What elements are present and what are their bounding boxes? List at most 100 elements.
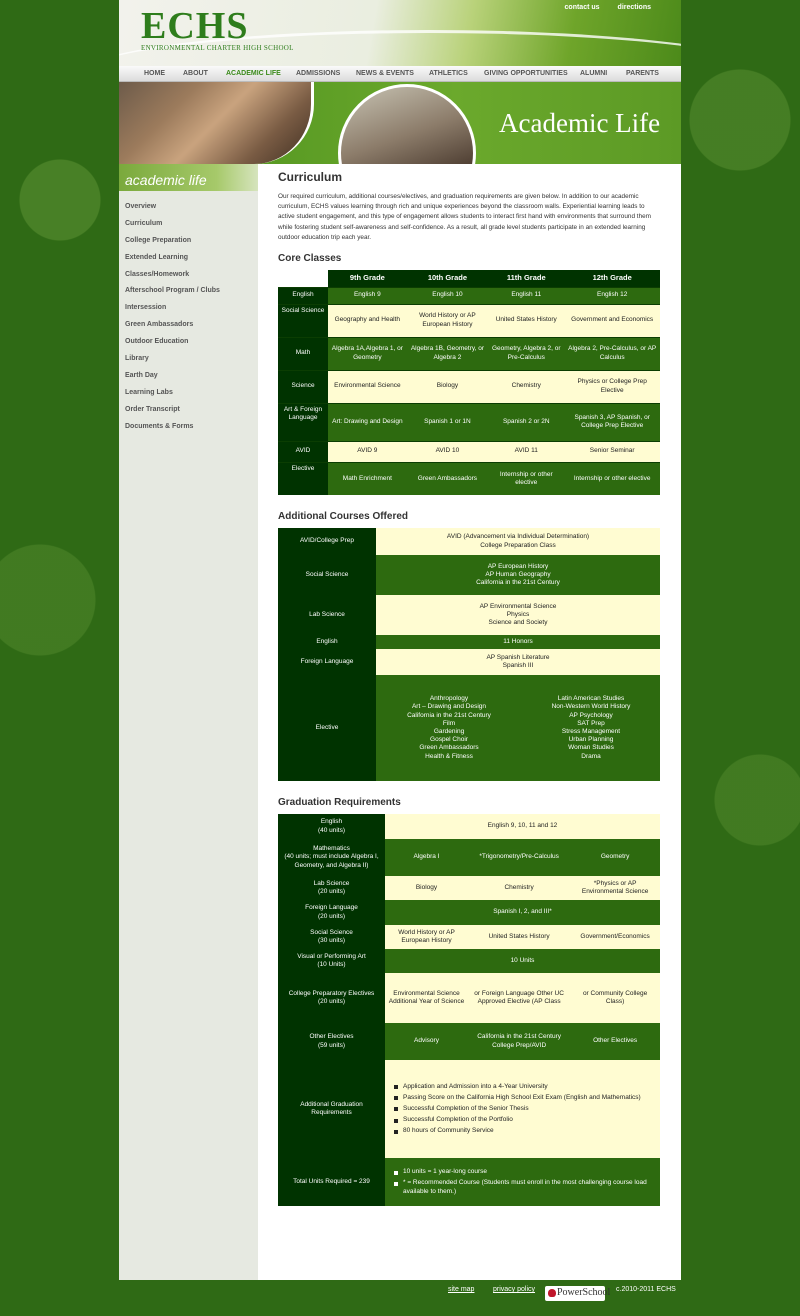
course-cell: Senior Seminar [564, 440, 660, 463]
main-nav: HOME ABOUT ACADEMIC LIFE ADMISSIONS NEWS… [119, 66, 681, 82]
nav-athletics[interactable]: ATHLETICS [429, 70, 468, 77]
nav-admissions[interactable]: ADMISSIONS [296, 70, 340, 77]
requirement-value: or Foreign Language Other UC Approved El… [468, 973, 571, 1024]
sidebar: academic life Overview Curriculum Colleg… [119, 164, 258, 1280]
course-cell: Algebra 1A,Algebra 1, or Geometry [328, 336, 407, 371]
page-title: Curriculum [278, 170, 343, 184]
requirement-item: Passing Score on the California High Sch… [394, 1094, 657, 1102]
course-cell: Geometry, Algebra 2, or Pre-Calculus [488, 336, 565, 371]
course-cell: Physics or College Prep Elective [564, 369, 660, 404]
elective-item: Gardening [433, 728, 465, 736]
elective-item: Non-Western World History [551, 703, 631, 711]
sidebar-item-overview[interactable]: Overview [125, 199, 258, 216]
course-item: AP Spanish Literature [486, 653, 550, 661]
requirement-units: (20 units) [317, 998, 346, 1006]
sidebar-item-outdoor-education[interactable]: Outdoor Education [125, 334, 258, 351]
course-item: 11 Honors [376, 635, 660, 650]
course-cell: Algebra 2, Pre-Calculus, or AP Calculus [564, 336, 660, 371]
requirement-value: *Physics or AP Environmental Science [570, 876, 660, 901]
core-classes-table: 9th Grade 10th Grade 11th Grade 12th Gra… [278, 270, 660, 496]
powerschool-logo[interactable]: PowerSchool [545, 1286, 610, 1301]
course-cell: Algebra 1B, Geometry, or Algebra 2 [406, 336, 489, 371]
requirement-item: Application and Admission into a 4-Year … [394, 1083, 657, 1091]
sidebar-item-curriculum[interactable]: Curriculum [125, 216, 258, 233]
sidebar-menu: Overview Curriculum College Preparation … [119, 191, 258, 435]
sidebar-item-order-transcript[interactable]: Order Transcript [125, 402, 258, 419]
requirement-label: Additional Graduation Requirements [278, 1060, 385, 1159]
course-area-label: Social Science [278, 555, 376, 596]
elective-item: Health & Fitness [425, 752, 473, 760]
requirement-value: Algebra I [385, 839, 469, 877]
course-cell: AVID 10 [406, 440, 489, 463]
nav-news-events[interactable]: NEWS & EVENTS [356, 70, 414, 77]
requirement-name: Visual or Performing Art [297, 952, 366, 960]
sidebar-header: academic life [119, 164, 258, 191]
nav-academic-life[interactable]: ACADEMIC LIFE [226, 70, 281, 77]
course-cell: Green Ambassadors [406, 461, 489, 496]
subject-label: Elective [278, 461, 328, 496]
nav-giving-opportunities[interactable]: GIVING OPPORTUNITIES [484, 70, 568, 77]
requirement-units: (20 units) [317, 912, 346, 920]
course-cell: English 11 [488, 286, 565, 305]
requirement-name: Foreign Language [305, 904, 358, 912]
elective-item: Urban Planning [568, 736, 614, 744]
sidebar-item-earth-day[interactable]: Earth Day [125, 368, 258, 385]
course-item: AP Human Geography [485, 570, 551, 578]
banner: Academic Life [119, 82, 681, 164]
nav-parents[interactable]: PARENTS [626, 70, 659, 77]
elective-item: AP Psychology [569, 711, 613, 719]
sidebar-item-extended-learning[interactable]: Extended Learning [125, 250, 258, 267]
sidebar-item-afterschool[interactable]: Afterschool Program / Clubs [125, 283, 258, 300]
requirement-units: (40 units) [317, 826, 346, 834]
requirement-value: Environmental Science Additional Year of… [385, 973, 469, 1024]
requirement-value: World History or AP European History [385, 925, 469, 950]
elective-list-left: Anthropology Art – Drawing and Design Ca… [376, 675, 523, 782]
requirement-value: *Trigonometry/Pre-Calculus [468, 839, 571, 877]
logo[interactable]: ECHS [141, 6, 248, 46]
requirement-label: Mathematics (40 units; must include Alge… [278, 839, 385, 877]
elective-item: Film [442, 719, 456, 727]
site-map-link[interactable]: site map [448, 1286, 474, 1293]
course-cell: Government and Economics [564, 303, 660, 338]
site-header: ECHS ENVIRONMENTAL CHARTER HIGH SCHOOL c… [119, 0, 681, 66]
course-item: Science and Society [488, 619, 548, 627]
nav-about[interactable]: ABOUT [183, 70, 208, 77]
course-item: Spanish III [502, 662, 534, 670]
directions-link[interactable]: directions [618, 4, 651, 11]
nav-alumni[interactable]: ALUMNI [580, 70, 607, 77]
subject-label: AVID [278, 440, 328, 463]
requirement-name: Social Science [310, 928, 353, 936]
sidebar-item-intersession[interactable]: Intersession [125, 300, 258, 317]
course-area-label: English [278, 635, 376, 650]
sidebar-item-learning-labs[interactable]: Learning Labs [125, 385, 258, 402]
elective-item: Green Ambassadors [419, 744, 479, 752]
subject-label: Math [278, 336, 328, 371]
course-item: Physics [506, 610, 530, 618]
requirement-units: (59 units) [317, 1041, 346, 1049]
course-item: AP European History [487, 562, 549, 570]
core-classes-heading: Core Classes [278, 253, 342, 265]
course-area-label: AVID/College Prep [278, 528, 376, 556]
course-item: California in the 21st Century [476, 579, 560, 587]
privacy-policy-link[interactable]: privacy policy [493, 1286, 535, 1293]
requirement-units: (20 units) [317, 888, 346, 896]
requirement-label: English (40 units) [278, 814, 385, 840]
course-cell: Internship or other elective [488, 461, 565, 496]
course-cell: Spanish 2 or 2N [488, 402, 565, 442]
sidebar-item-library[interactable]: Library [125, 351, 258, 368]
sidebar-item-classes-homework[interactable]: Classes/Homework [125, 267, 258, 284]
sidebar-item-green-ambassadors[interactable]: Green Ambassadors [125, 317, 258, 334]
requirement-label: Visual or Performing Art (10 Units) [278, 949, 385, 974]
contact-us-link[interactable]: contact us [565, 4, 600, 11]
course-cell: AVID 9 [328, 440, 407, 463]
sidebar-item-documents-forms[interactable]: Documents & Forms [125, 419, 258, 436]
elective-item: Stress Management [561, 728, 621, 736]
sidebar-item-college-preparation[interactable]: College Preparation [125, 233, 258, 250]
additional-courses-heading: Additional Courses Offered [278, 511, 409, 523]
additional-requirements-list: Application and Admission into a 4-Year … [388, 1083, 657, 1136]
nav-home[interactable]: HOME [144, 70, 165, 77]
requirement-value: 10 Units [385, 949, 660, 974]
course-cell: Spanish 3, AP Spanish, or College Prep E… [564, 402, 660, 442]
course-cell: Geography and Health [328, 303, 407, 338]
elective-item: Anthropology [429, 695, 469, 703]
